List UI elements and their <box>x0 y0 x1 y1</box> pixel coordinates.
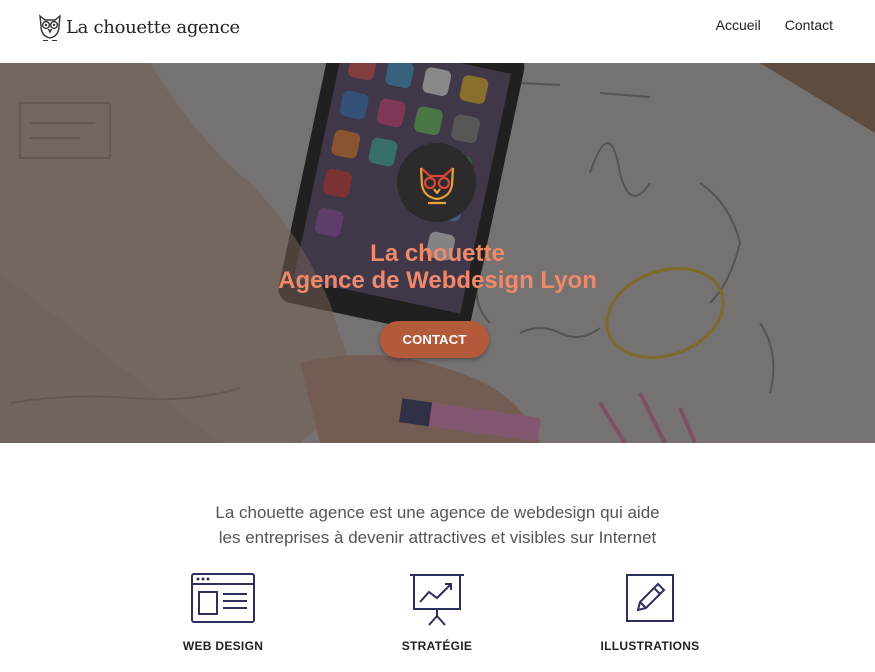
owl-logo-icon <box>419 166 454 204</box>
pencil-in-frame-icon <box>626 574 674 622</box>
service-label-illustrations: ILLUSTRATIONS <box>600 639 700 653</box>
owl-icon <box>39 14 61 41</box>
intro-line-1: La chouette agence est une agence de web… <box>215 503 660 522</box>
intro-line-2: les entreprises à devenir attractives et… <box>218 528 657 547</box>
service-label-web-design: WEB DESIGN <box>182 639 264 653</box>
brand-name: La chouette agence <box>66 16 240 38</box>
owl-logo-badge <box>397 143 476 222</box>
browser-window-icon <box>191 573 255 623</box>
service-strategie: STRATÉGIE <box>357 572 517 653</box>
nav-link-contact[interactable]: Contact <box>785 17 833 33</box>
intro-text: La chouette agence est une agence de web… <box>0 500 875 550</box>
brand-link[interactable]: La chouette agence <box>37 12 240 42</box>
main-nav: Accueil Contact <box>716 17 833 33</box>
site-header: La chouette agence Accueil Contact <box>0 0 875 63</box>
service-illustrations: ILLUSTRATIONS <box>570 572 730 653</box>
service-web-design: WEB DESIGN <box>143 572 303 653</box>
contact-button[interactable]: CONTACT <box>380 321 489 358</box>
hero-title-line-1: La chouette <box>370 240 505 267</box>
nav-link-accueil[interactable]: Accueil <box>716 17 761 33</box>
hero-section: La chouette Agence de Webdesign Lyon CON… <box>0 63 875 443</box>
hero-title: La chouette Agence de Webdesign Lyon <box>0 240 875 294</box>
presentation-chart-icon <box>410 574 464 626</box>
hero-title-line-2: Agence de Webdesign Lyon <box>278 267 597 294</box>
service-label-strategie: STRATÉGIE <box>401 639 473 653</box>
